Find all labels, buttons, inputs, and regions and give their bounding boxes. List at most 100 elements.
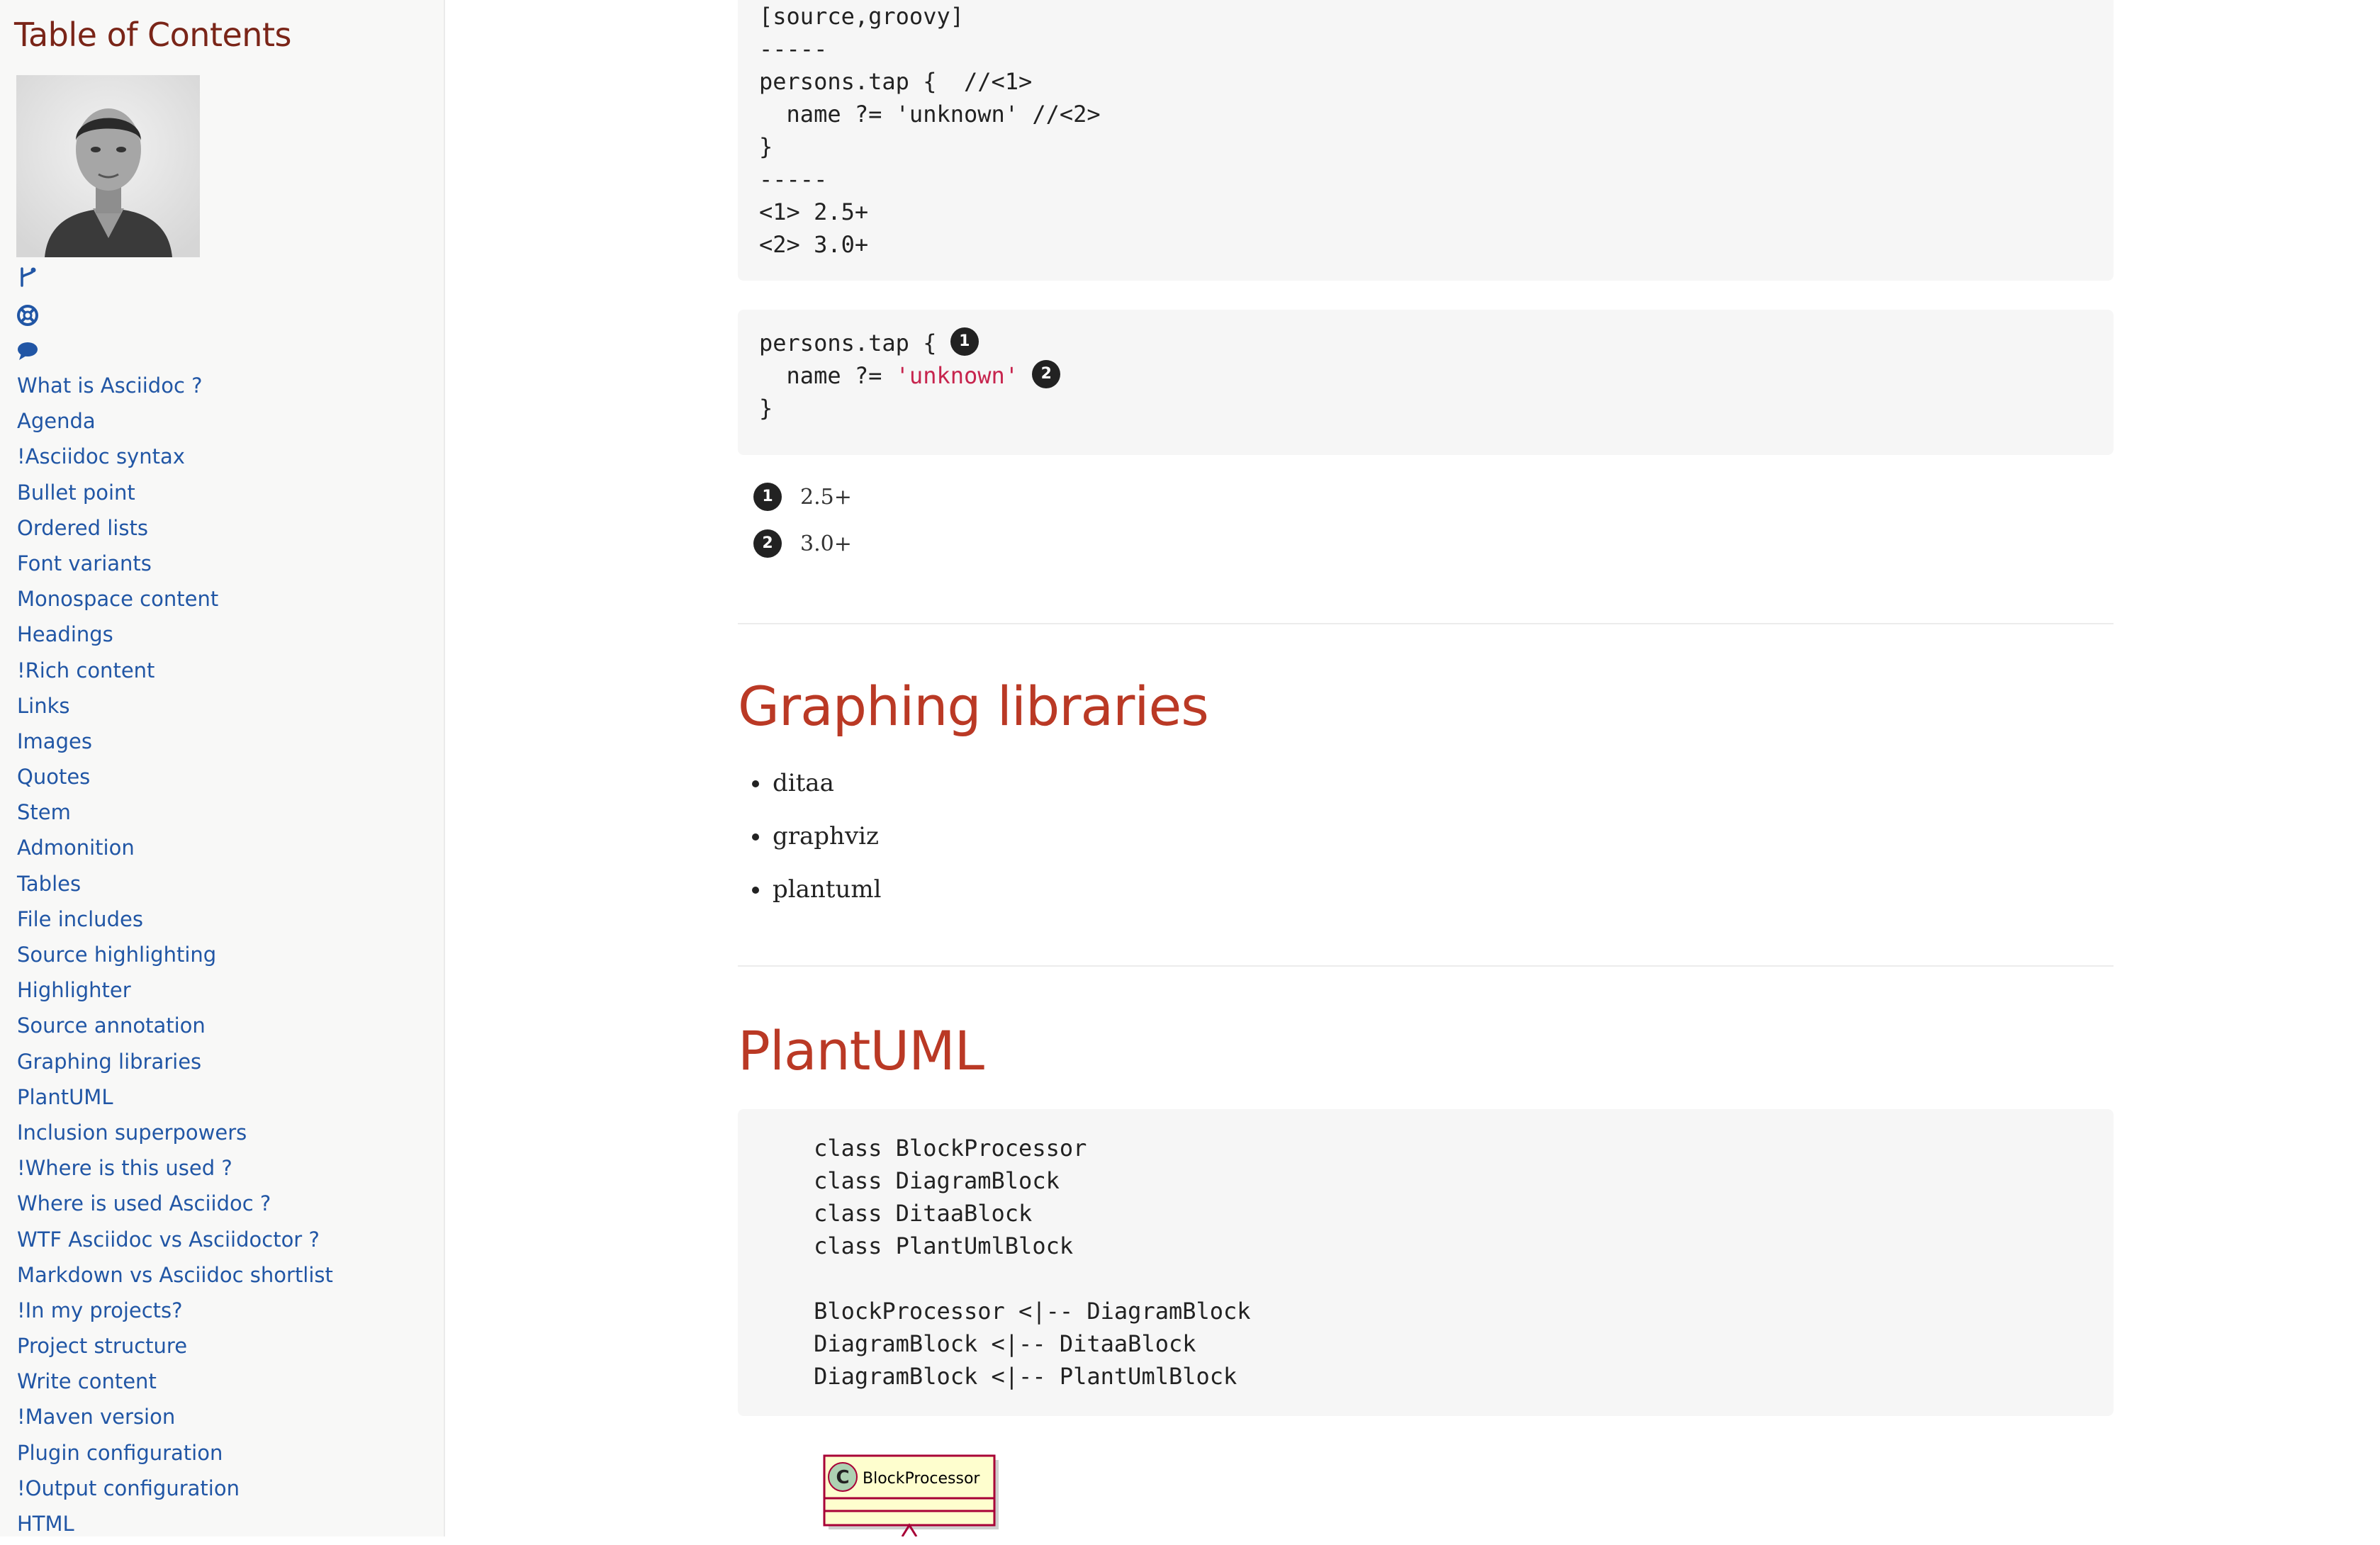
- comment-icon[interactable]: [16, 339, 40, 363]
- callout-marker-1: 1: [950, 327, 979, 356]
- toc-item: Links: [17, 688, 333, 724]
- toc-link[interactable]: !Output configuration: [17, 1476, 240, 1500]
- toc-item: Ordered lists: [17, 510, 333, 546]
- toc-item: Tables: [17, 866, 333, 901]
- section-divider: [738, 965, 2114, 967]
- toc-item: Write content: [17, 1364, 333, 1399]
- toc-link[interactable]: Project structure: [17, 1334, 187, 1358]
- toc-item: Quotes: [17, 759, 333, 794]
- raw-source-listing: [source,groovy] ----- persons.tap { //<1> …: [738, 0, 2114, 281]
- code-line: DiagramBlock <|-- PlantUmlBlock: [759, 1363, 1237, 1390]
- toc-link[interactable]: Bullet point: [17, 481, 135, 505]
- toc-item: Headings: [17, 617, 333, 652]
- code-line: persons.tap { //<1>: [759, 68, 1033, 95]
- toc-link[interactable]: Graphing libraries: [17, 1050, 201, 1074]
- callout-list: 1 2.5+ 2 3.0+: [753, 473, 852, 567]
- code-line: <2> 3.0+: [759, 231, 869, 258]
- author-avatar: [16, 75, 200, 257]
- toc-item: Images: [17, 724, 333, 759]
- toc-link[interactable]: Ordered lists: [17, 516, 148, 540]
- list-item: plantuml: [771, 872, 881, 925]
- callout-text: 2.5+: [800, 484, 852, 510]
- toc-link[interactable]: Source highlighting: [17, 943, 216, 967]
- toc-link[interactable]: Headings: [17, 622, 113, 646]
- toc-item: Font variants: [17, 546, 333, 581]
- toc-link[interactable]: !Where is this used ?: [17, 1156, 232, 1180]
- git-branch-icon[interactable]: [16, 265, 40, 289]
- code-line: BlockProcessor <|-- DiagramBlock: [759, 1298, 1251, 1325]
- toc-link[interactable]: Links: [17, 694, 70, 718]
- toc-item: Highlighter: [17, 972, 333, 1008]
- toc-list: What is Asciidoc ? Agenda !Asciidoc syntax…: [17, 368, 333, 1541]
- toc-item: PlantUML: [17, 1079, 333, 1115]
- code-line: class DitaaBlock: [759, 1200, 1033, 1227]
- toc-link[interactable]: Markdown vs Asciidoc shortlist: [17, 1263, 333, 1287]
- toc-link[interactable]: Font variants: [17, 551, 152, 575]
- toc-item: !Output configuration: [17, 1471, 333, 1506]
- toc-link[interactable]: Quotes: [17, 765, 90, 789]
- toc-item: Source highlighting: [17, 937, 333, 972]
- toc-link[interactable]: Source annotation: [17, 1013, 206, 1038]
- toc-link[interactable]: WTF Asciidoc vs Asciidoctor ?: [17, 1227, 320, 1252]
- toc-sidebar: Table of Contents What is Asciidoc ? Agen…: [0, 0, 445, 1536]
- toc-item: Where is used Asciidoc ?: [17, 1186, 333, 1221]
- toc-item: !Where is this used ?: [17, 1150, 333, 1186]
- callout-item: 2 3.0+: [753, 520, 852, 567]
- toc-link[interactable]: What is Asciidoc ?: [17, 373, 203, 398]
- code-line: }: [759, 395, 773, 422]
- stereotype-letter: C: [836, 1467, 849, 1488]
- toc-link[interactable]: Highlighter: [17, 978, 131, 1002]
- toc-link[interactable]: Where is used Asciidoc ?: [17, 1191, 271, 1215]
- life-ring-icon[interactable]: [16, 303, 40, 327]
- toc-item: Monospace content: [17, 581, 333, 617]
- toc-link[interactable]: Admonition: [17, 836, 135, 860]
- toc-item: Graphing libraries: [17, 1044, 333, 1079]
- code-line: ​: [759, 1262, 2092, 1295]
- code-line: [source,groovy]: [759, 3, 964, 30]
- annotated-source-listing: persons.tap { 1 name ?= 'unknown' 2}: [738, 310, 2114, 455]
- code-line: }: [759, 133, 773, 160]
- toc-link[interactable]: Write content: [17, 1369, 157, 1393]
- toc-link[interactable]: !In my projects?: [17, 1298, 183, 1322]
- toc-item: Stem: [17, 794, 333, 830]
- toc-link[interactable]: !Maven version: [17, 1405, 175, 1429]
- toc-link[interactable]: Agenda: [17, 409, 96, 433]
- toc-item: Markdown vs Asciidoc shortlist: [17, 1257, 333, 1293]
- toc-item: !In my projects?: [17, 1293, 333, 1328]
- callout-marker-2: 2: [1032, 360, 1061, 388]
- toc-link[interactable]: Tables: [17, 872, 81, 896]
- plantuml-class-diagram: C BlockProcessor: [823, 1454, 999, 1536]
- toc-link[interactable]: !Rich content: [17, 658, 155, 682]
- callout-item: 1 2.5+: [753, 473, 852, 520]
- toc-link[interactable]: !Asciidoc syntax: [17, 444, 185, 468]
- code-line: class PlantUmlBlock: [759, 1232, 1074, 1259]
- code-line: class DiagramBlock: [759, 1167, 1060, 1194]
- list-item: ditaa: [771, 765, 881, 819]
- toc-link[interactable]: Inclusion superpowers: [17, 1120, 247, 1145]
- toc-item: !Asciidoc syntax: [17, 439, 333, 474]
- toc-item: Bullet point: [17, 475, 333, 510]
- code-line: persons.tap {: [759, 330, 950, 356]
- toc-link[interactable]: Stem: [17, 800, 71, 824]
- toc-link[interactable]: File includes: [17, 907, 143, 931]
- toc-item: !Maven version: [17, 1399, 333, 1434]
- section-title-plantuml: PlantUML: [738, 1019, 984, 1082]
- callout-number: 1: [753, 483, 782, 511]
- toc-item: Admonition: [17, 830, 333, 865]
- toc-link[interactable]: Plugin configuration: [17, 1441, 223, 1465]
- section-title-graphing-libraries: Graphing libraries: [738, 675, 1209, 738]
- code-line: <1> 2.5+: [759, 198, 869, 225]
- toc-item: Inclusion superpowers: [17, 1115, 333, 1150]
- callout-text: 3.0+: [800, 531, 852, 556]
- toc-link[interactable]: Images: [17, 729, 92, 753]
- code-line: class BlockProcessor: [759, 1135, 1087, 1162]
- toc-link[interactable]: HTML: [17, 1512, 74, 1536]
- toc-link[interactable]: Monospace content: [17, 587, 218, 611]
- code-line: DiagramBlock <|-- DitaaBlock: [759, 1330, 1196, 1357]
- toc-item: What is Asciidoc ?: [17, 368, 333, 403]
- toc-item: Plugin configuration: [17, 1435, 333, 1471]
- toc-item: Project structure: [17, 1328, 333, 1364]
- toc-title: Table of Contents: [14, 16, 291, 54]
- toc-item: Agenda: [17, 403, 333, 439]
- toc-link[interactable]: PlantUML: [17, 1085, 113, 1109]
